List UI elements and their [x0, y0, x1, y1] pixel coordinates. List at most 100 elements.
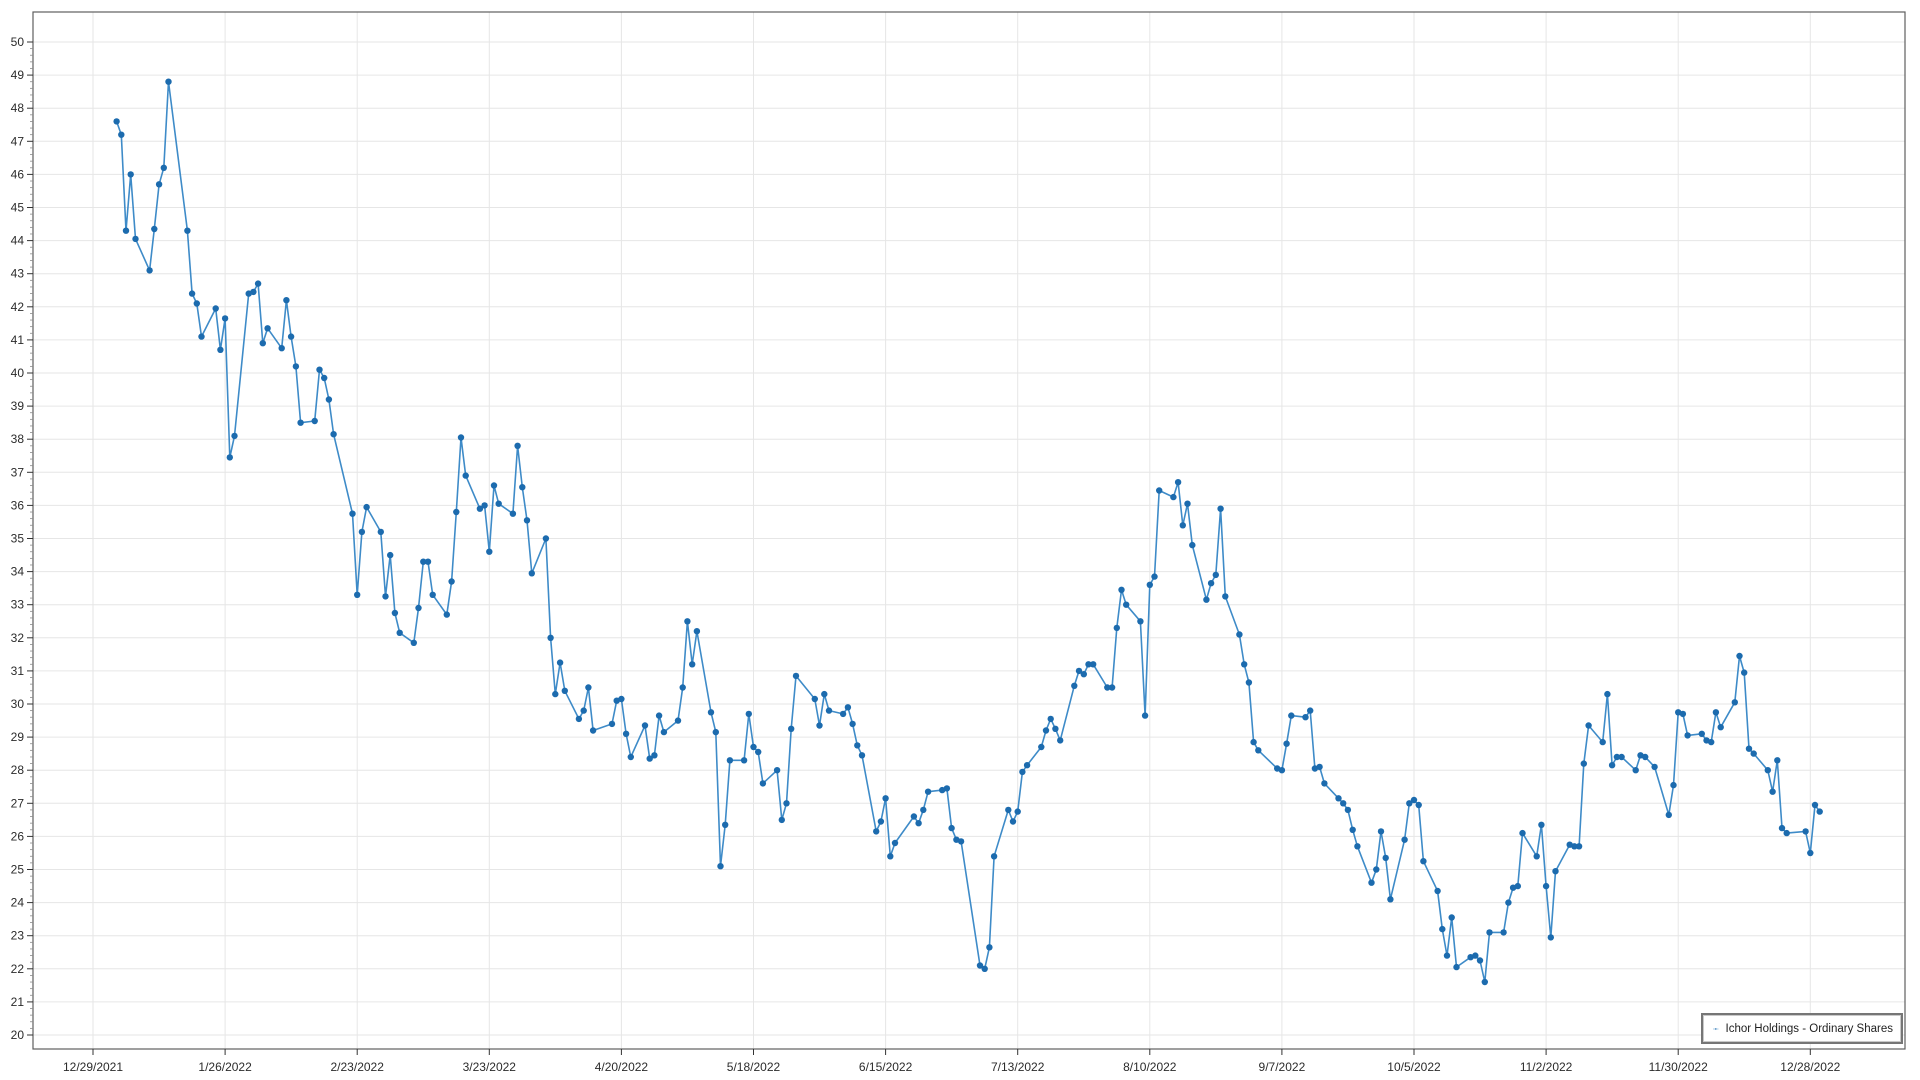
- data-point: [1189, 542, 1195, 548]
- data-point: [675, 717, 681, 723]
- data-point: [755, 749, 761, 755]
- data-point: [816, 722, 822, 728]
- data-point: [882, 795, 888, 801]
- data-point: [1142, 712, 1148, 718]
- data-point: [463, 472, 469, 478]
- data-point: [713, 729, 719, 735]
- data-point: [1123, 602, 1129, 608]
- data-point: [222, 315, 228, 321]
- data-point: [397, 630, 403, 636]
- y-tick-label: 30: [11, 697, 25, 711]
- data-point: [1666, 812, 1672, 818]
- data-point: [694, 628, 700, 634]
- data-point: [1642, 754, 1648, 760]
- data-point: [1765, 767, 1771, 773]
- x-tick-label: 5/18/2022: [727, 1060, 781, 1074]
- data-point: [1302, 714, 1308, 720]
- data-point: [1746, 746, 1752, 752]
- data-point: [392, 610, 398, 616]
- data-point: [1751, 750, 1757, 756]
- data-point: [1043, 727, 1049, 733]
- data-point: [1005, 807, 1011, 813]
- y-tick-label: 48: [11, 101, 25, 115]
- data-point: [1350, 827, 1356, 833]
- data-point: [1519, 830, 1525, 836]
- data-point: [1114, 625, 1120, 631]
- data-point: [1444, 952, 1450, 958]
- data-point: [680, 684, 686, 690]
- data-point: [1321, 780, 1327, 786]
- data-point: [1411, 797, 1417, 803]
- data-point: [448, 578, 454, 584]
- data-point: [524, 517, 530, 523]
- y-tick-label: 42: [11, 300, 25, 314]
- data-point: [1288, 712, 1294, 718]
- data-point: [911, 813, 917, 819]
- y-tick-label: 20: [11, 1028, 25, 1042]
- data-point: [543, 535, 549, 541]
- data-point: [991, 853, 997, 859]
- data-point: [1817, 808, 1823, 814]
- data-point: [576, 716, 582, 722]
- data-point: [316, 367, 322, 373]
- data-point: [529, 570, 535, 576]
- data-point: [878, 818, 884, 824]
- y-tick-label: 45: [11, 201, 25, 215]
- data-point: [151, 226, 157, 232]
- data-point: [1246, 679, 1252, 685]
- data-point: [915, 820, 921, 826]
- data-point: [1699, 731, 1705, 737]
- series-line: [117, 82, 1820, 982]
- data-point: [840, 711, 846, 717]
- data-point: [1151, 573, 1157, 579]
- data-point: [562, 688, 568, 694]
- data-point: [146, 267, 152, 273]
- data-point: [1236, 631, 1242, 637]
- x-tick-label: 7/13/2022: [991, 1060, 1045, 1074]
- data-point: [661, 729, 667, 735]
- price-chart-canvas[interactable]: 2021222324252627282930313233343536373839…: [0, 0, 1920, 1080]
- data-point: [727, 757, 733, 763]
- y-tick-label: 44: [11, 234, 25, 248]
- data-point: [1552, 868, 1558, 874]
- stock-price-chart[interactable]: 2021222324252627282930313233343536373839…: [0, 0, 1920, 1080]
- series-line-icon: [1713, 1024, 1719, 1034]
- y-tick-label: 46: [11, 167, 25, 181]
- data-point: [387, 552, 393, 558]
- x-tick-label: 8/10/2022: [1123, 1060, 1177, 1074]
- data-point: [1416, 802, 1422, 808]
- data-point: [1090, 661, 1096, 667]
- data-point: [1684, 732, 1690, 738]
- x-tick-label: 4/20/2022: [595, 1060, 649, 1074]
- data-point: [382, 593, 388, 599]
- data-point: [1618, 754, 1624, 760]
- legend[interactable]: Ichor Holdings - Ordinary Shares: [1701, 1013, 1903, 1044]
- data-point: [1732, 699, 1738, 705]
- data-point: [250, 289, 256, 295]
- data-point: [411, 640, 417, 646]
- data-point: [750, 744, 756, 750]
- data-point: [920, 807, 926, 813]
- data-point: [359, 529, 365, 535]
- data-point: [156, 181, 162, 187]
- data-point: [793, 673, 799, 679]
- data-point: [1548, 934, 1554, 940]
- data-point: [1340, 800, 1346, 806]
- data-point: [1081, 671, 1087, 677]
- y-tick-label: 27: [11, 796, 25, 810]
- data-point: [788, 726, 794, 732]
- data-point: [1420, 858, 1426, 864]
- data-point: [255, 280, 261, 286]
- data-point: [161, 165, 167, 171]
- data-point: [1147, 582, 1153, 588]
- data-point: [925, 789, 931, 795]
- y-tick-label: 26: [11, 829, 25, 843]
- data-point: [1345, 807, 1351, 813]
- y-tick-label: 34: [11, 565, 25, 579]
- data-point: [1633, 767, 1639, 773]
- data-point: [1057, 737, 1063, 743]
- y-tick-label: 33: [11, 598, 25, 612]
- data-point: [1741, 669, 1747, 675]
- data-point: [1019, 769, 1025, 775]
- data-point: [1651, 764, 1657, 770]
